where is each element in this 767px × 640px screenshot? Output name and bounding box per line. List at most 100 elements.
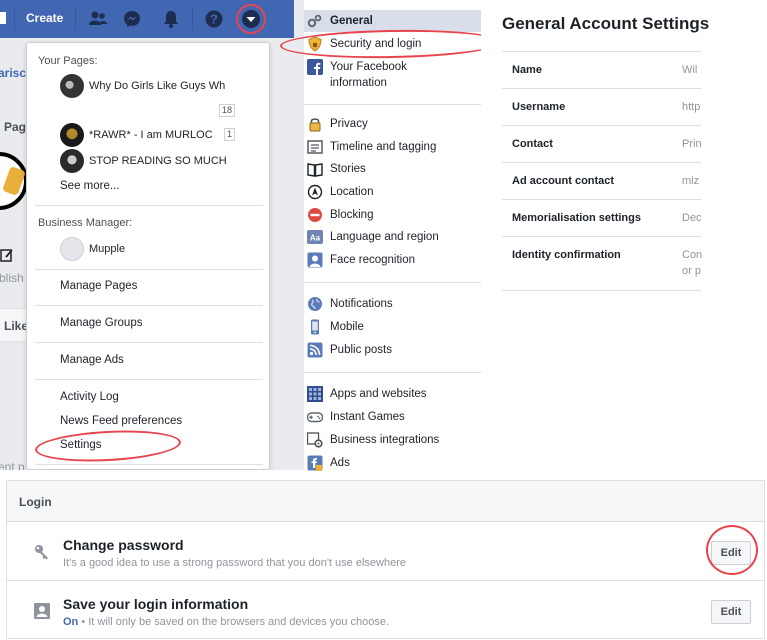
annotation-circle: [236, 4, 266, 34]
settings-row-label: Memorialisation settings: [512, 212, 641, 224]
rss-icon: [307, 342, 323, 358]
friends-icon[interactable]: [86, 7, 110, 31]
sidebar-item-instant-games[interactable]: Instant Games: [304, 406, 481, 428]
edit-icon: [0, 248, 14, 262]
sidebar-item-label: Public posts: [330, 344, 393, 356]
manage-pages-item[interactable]: Manage Pages: [60, 280, 137, 292]
setting-description: On • It will only be saved on the browse…: [63, 616, 389, 628]
sidebar-item-stories[interactable]: Stories: [304, 158, 481, 180]
face-icon: [307, 252, 323, 268]
settings-row-name[interactable]: Name Wil: [502, 51, 701, 88]
edit-save-login-button[interactable]: Edit: [711, 600, 751, 624]
create-button[interactable]: Create: [26, 11, 63, 25]
save-login-info-row[interactable]: Save your login information On • It will…: [7, 582, 764, 640]
key-icon: [33, 543, 51, 561]
divider: [14, 8, 15, 30]
sidebar-item-your-facebook-information[interactable]: Your Facebook information: [304, 56, 481, 92]
background-text: arisc: [0, 66, 27, 80]
divider: [35, 464, 263, 465]
sidebar-item-blocking[interactable]: Blocking: [304, 204, 481, 226]
see-more-link[interactable]: See more...: [60, 180, 119, 192]
apps-icon: [307, 386, 323, 402]
sidebar-item-apps-and-websites[interactable]: Apps and websites: [304, 383, 481, 405]
sidebar-item-notifications[interactable]: Notifications: [304, 293, 481, 315]
sidebar-item-face-recognition[interactable]: Face recognition: [304, 249, 481, 271]
ads-icon: [307, 455, 323, 471]
svg-text:?: ?: [210, 12, 218, 27]
settings-row-label: Name: [512, 64, 542, 76]
help-icon[interactable]: ?: [202, 7, 226, 31]
sidebar-gutter: [294, 0, 304, 470]
sidebar-item-location[interactable]: Location: [304, 181, 481, 203]
divider: [35, 269, 263, 270]
account-dropdown-menu: Your Pages: Why Do Girls Like Guys Wh 18…: [26, 42, 270, 470]
divider: [35, 205, 263, 206]
left-panel: arisc Pag blish Like ent p Create ? Your…: [0, 0, 304, 470]
divider: [304, 104, 481, 105]
settings-row-contact[interactable]: Contact Prin: [502, 125, 702, 162]
page-item[interactable]: Why Do Girls Like Guys Wh: [60, 74, 266, 98]
sidebar-item-public-posts[interactable]: Public posts: [304, 339, 481, 361]
page-item[interactable]: STOP READING SO MUCH: [60, 149, 266, 173]
business-name: Mupple: [89, 243, 126, 255]
sidebar-item-label: Instant Games: [330, 411, 405, 423]
annotation-circle: [706, 525, 758, 575]
status-on-label: On: [63, 616, 79, 628]
sidebar-item-mobile[interactable]: Mobile: [304, 316, 481, 338]
book-icon: [307, 161, 323, 177]
sidebar-item-label: Mobile: [330, 321, 364, 333]
section-header: Login: [7, 481, 764, 522]
sidebar-item-label: Apps and websites: [330, 388, 427, 400]
sidebar-item-language-and-region[interactable]: Aa Language and region: [304, 226, 481, 248]
settings-row-identity-confirmation[interactable]: Identity confirmation Con or p: [502, 236, 702, 290]
divider: [304, 282, 481, 283]
divider: [502, 290, 701, 291]
setting-title: Change password: [63, 537, 184, 553]
your-pages-header: Your Pages:: [38, 55, 98, 67]
page-avatar: [60, 123, 84, 147]
top-navigation-bar: Create ?: [0, 0, 304, 38]
sidebar-item-label: Language and region: [330, 231, 439, 243]
sidebar-item-privacy[interactable]: Privacy: [304, 113, 481, 135]
page-item[interactable]: *RAWR* - I am MURLOC: [60, 123, 266, 147]
change-password-row[interactable]: Change password It's a good idea to use …: [7, 523, 764, 581]
messenger-icon[interactable]: [120, 7, 144, 31]
divider: [75, 8, 76, 30]
language-icon: Aa: [307, 229, 323, 245]
setting-description: It's a good idea to use a strong passwor…: [63, 557, 406, 569]
home-link-fragment[interactable]: [0, 12, 6, 24]
settings-row-memorialisation[interactable]: Memorialisation settings Dec: [502, 199, 702, 236]
settings-row-value: Dec: [682, 212, 702, 224]
background-avatar: [0, 152, 28, 210]
setting-description-text: • It will only be saved on the browsers …: [78, 616, 390, 628]
settings-row-label: Contact: [512, 138, 553, 150]
sidebar-item-general[interactable]: General: [304, 10, 481, 32]
settings-row-label: Username: [512, 101, 566, 113]
setting-title: Save your login information: [63, 596, 249, 612]
sidebar-item-label: Face recognition: [330, 254, 416, 266]
settings-row-username[interactable]: Username http: [502, 88, 701, 125]
manage-groups-item[interactable]: Manage Groups: [60, 317, 142, 329]
notifications-icon[interactable]: [159, 7, 183, 31]
business-item[interactable]: Mupple: [60, 237, 266, 261]
settings-row-label: Ad account contact: [512, 175, 615, 187]
sidebar-item-business-integrations[interactable]: Business integrations: [304, 429, 481, 451]
news-feed-preferences-item[interactable]: News Feed preferences: [60, 415, 182, 427]
timeline-icon: [307, 139, 323, 155]
settings-row-value: miz: [682, 175, 700, 187]
settings-row-ad-account-contact[interactable]: Ad account contact miz: [502, 162, 701, 199]
sidebar-item-timeline-and-tagging[interactable]: Timeline and tagging: [304, 136, 481, 158]
sidebar-item-ads[interactable]: Ads: [304, 452, 481, 474]
settings-row-value: Con: [682, 249, 702, 261]
sidebar-item-label: Timeline and tagging: [330, 141, 437, 153]
settings-row-value: Wil: [682, 64, 698, 76]
divider: [35, 379, 263, 380]
manage-ads-item[interactable]: Manage Ads: [60, 354, 124, 366]
id-card-icon: [33, 602, 51, 620]
divider: [304, 372, 481, 373]
page-avatar: [60, 149, 84, 173]
activity-log-item[interactable]: Activity Log: [60, 391, 119, 403]
sidebar-item-label: Notifications: [330, 298, 393, 310]
business-avatar: [60, 237, 84, 261]
settings-row-label: Identity confirmation: [512, 249, 621, 261]
